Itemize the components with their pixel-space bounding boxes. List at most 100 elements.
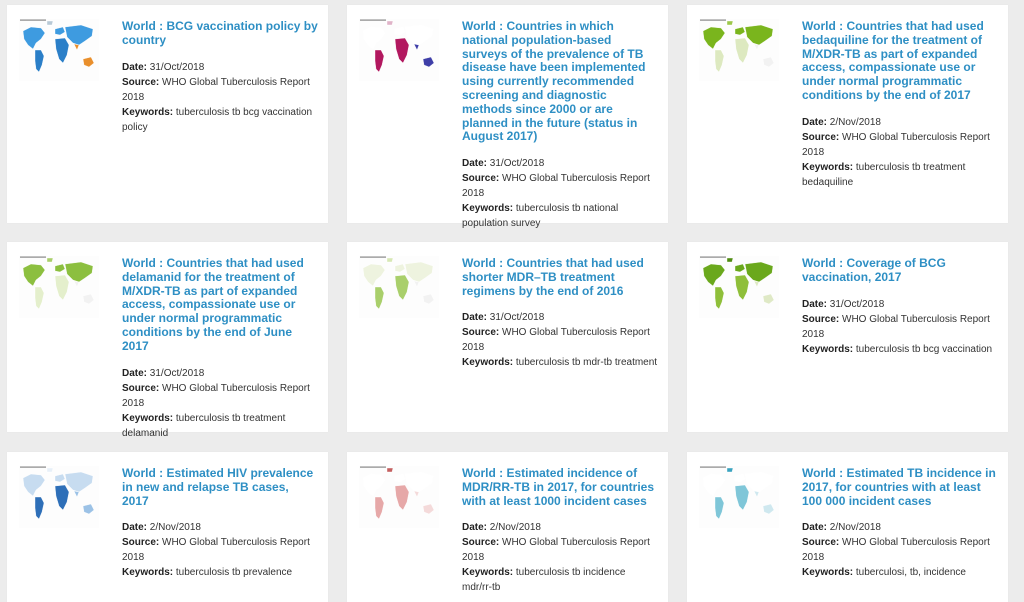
card-title-link[interactable]: World : Estimated TB incidence in 2017, … (802, 466, 998, 508)
map-thumbnail[interactable] (19, 256, 99, 318)
card-text: World : Countries that had used shorter … (462, 256, 658, 370)
card-source-row: Source: WHO Global Tuberculosis Report 2… (462, 171, 658, 201)
map-thumbnail[interactable] (699, 466, 779, 528)
card-title-link[interactable]: World : Estimated HIV prevalence in new … (122, 466, 318, 508)
card-title-link[interactable]: World : Estimated incidence of MDR/RR-TB… (462, 466, 658, 508)
card-title-link[interactable]: World : Countries in which national popu… (462, 19, 658, 144)
card-keywords-row: Keywords: tuberculosis tb prevalence (122, 565, 318, 580)
keywords-label: Keywords: (462, 567, 514, 579)
card-source-row: Source: WHO Global Tuberculosis Report 2… (802, 535, 998, 565)
card-source-row: Source: WHO Global Tuberculosis Report 2… (462, 535, 658, 565)
map-card[interactable]: World : Countries that had used delamani… (7, 242, 328, 439)
card-title-link[interactable]: World : Countries that had used shorter … (462, 256, 658, 298)
keywords-label: Keywords: (122, 106, 174, 118)
map-thumbnail[interactable] (699, 19, 779, 81)
keywords-value: tuberculosis tb mdr-tb treatment (515, 357, 658, 369)
keywords-label: Keywords: (802, 343, 854, 355)
date-label: Date: (802, 298, 828, 310)
date-label: Date: (462, 312, 488, 324)
card-keywords-row: Keywords: tuberculosis tb treatment beda… (802, 160, 998, 190)
card-text: World : Estimated HIV prevalence in new … (122, 466, 318, 580)
date-label: Date: (802, 116, 828, 128)
card-source-row: Source: WHO Global Tuberculosis Report 2… (122, 75, 318, 105)
world-map-thumbnail (19, 19, 99, 81)
world-map-thumbnail (359, 19, 439, 81)
world-map-thumbnail (19, 466, 99, 528)
card-text: World : BCG vaccination policy by countr… (122, 19, 318, 135)
map-card[interactable]: World : Estimated incidence of MDR/RR-TB… (347, 452, 668, 602)
card-date-row: Date: 31/Oct/2018 (122, 60, 318, 75)
card-source-row: Source: WHO Global Tuberculosis Report 2… (802, 312, 998, 342)
keywords-label: Keywords: (802, 567, 854, 579)
map-card[interactable]: World : Countries in which national popu… (347, 5, 668, 229)
map-thumbnail[interactable] (359, 19, 439, 81)
card-text: World : Countries in which national popu… (462, 19, 658, 231)
map-card[interactable]: World : Countries that had used shorter … (347, 242, 668, 432)
source-label: Source: (462, 173, 500, 185)
card-date-row: Date: 31/Oct/2018 (802, 297, 998, 312)
world-map-thumbnail (359, 256, 439, 318)
keywords-value: tuberculosis tb prevalence (175, 567, 293, 579)
date-value: 31/Oct/2018 (149, 367, 205, 379)
card-source-row: Source: WHO Global Tuberculosis Report 2… (802, 130, 998, 160)
date-value: 2/Nov/2018 (829, 116, 881, 128)
source-label: Source: (122, 382, 160, 394)
map-card[interactable]: World : Estimated TB incidence in 2017, … (687, 452, 1008, 602)
date-value: 31/Oct/2018 (829, 298, 885, 310)
card-text: World : Estimated TB incidence in 2017, … (802, 466, 998, 580)
keywords-label: Keywords: (122, 412, 174, 424)
map-thumbnail[interactable] (359, 466, 439, 528)
card-date-row: Date: 31/Oct/2018 (122, 366, 318, 381)
date-value: 31/Oct/2018 (149, 61, 205, 73)
card-text: World : Estimated incidence of MDR/RR-TB… (462, 466, 658, 595)
world-map-thumbnail (699, 19, 779, 81)
card-keywords-row: Keywords: tuberculosis tb national popul… (462, 201, 658, 231)
card-text: World : Countries that had used bedaquil… (802, 19, 998, 190)
world-map-thumbnail (359, 466, 439, 528)
card-source-row: Source: WHO Global Tuberculosis Report 2… (462, 325, 658, 355)
world-map-thumbnail (699, 466, 779, 528)
keywords-value: tuberculosi, tb, incidence (855, 567, 966, 579)
card-title-link[interactable]: World : Countries that had used bedaquil… (802, 19, 998, 103)
map-thumbnail[interactable] (359, 256, 439, 318)
card-text: World : Coverage of BCG vaccination, 201… (802, 256, 998, 357)
source-label: Source: (462, 327, 500, 339)
card-keywords-row: Keywords: tuberculosis tb bcg vaccinatio… (802, 342, 998, 357)
source-label: Source: (462, 537, 500, 549)
card-text: World : Countries that had used delamani… (122, 256, 318, 441)
map-card[interactable]: World : Estimated HIV prevalence in new … (7, 452, 328, 602)
map-card[interactable]: World : Countries that had used bedaquil… (687, 5, 1008, 223)
date-label: Date: (122, 367, 148, 379)
keywords-value: tuberculosis tb bcg vaccination (855, 343, 993, 355)
map-card[interactable]: World : BCG vaccination policy by countr… (7, 5, 328, 223)
card-keywords-row: Keywords: tuberculosis tb incidence mdr/… (462, 565, 658, 595)
card-keywords-row: Keywords: tuberculosis tb bcg vaccinatio… (122, 105, 318, 135)
date-value: 2/Nov/2018 (489, 522, 541, 534)
date-label: Date: (462, 522, 488, 534)
map-thumbnail[interactable] (19, 19, 99, 81)
card-title-link[interactable]: World : Countries that had used delamani… (122, 256, 318, 354)
card-date-row: Date: 2/Nov/2018 (802, 115, 998, 130)
card-keywords-row: Keywords: tuberculosis tb mdr-tb treatme… (462, 355, 658, 370)
date-value: 2/Nov/2018 (149, 522, 201, 534)
date-label: Date: (462, 158, 488, 170)
date-label: Date: (122, 61, 148, 73)
date-label: Date: (802, 522, 828, 534)
keywords-label: Keywords: (462, 203, 514, 215)
card-date-row: Date: 2/Nov/2018 (462, 520, 658, 535)
source-label: Source: (802, 537, 840, 549)
card-source-row: Source: WHO Global Tuberculosis Report 2… (122, 535, 318, 565)
map-thumbnail[interactable] (699, 256, 779, 318)
source-label: Source: (802, 313, 840, 325)
card-date-row: Date: 31/Oct/2018 (462, 310, 658, 325)
keywords-label: Keywords: (802, 161, 854, 173)
date-label: Date: (122, 522, 148, 534)
source-label: Source: (802, 131, 840, 143)
card-title-link[interactable]: World : BCG vaccination policy by countr… (122, 19, 318, 48)
world-map-thumbnail (699, 256, 779, 318)
map-thumbnail[interactable] (19, 466, 99, 528)
source-label: Source: (122, 537, 160, 549)
card-date-row: Date: 2/Nov/2018 (802, 520, 998, 535)
card-title-link[interactable]: World : Coverage of BCG vaccination, 201… (802, 256, 998, 285)
map-card[interactable]: World : Coverage of BCG vaccination, 201… (687, 242, 1008, 432)
